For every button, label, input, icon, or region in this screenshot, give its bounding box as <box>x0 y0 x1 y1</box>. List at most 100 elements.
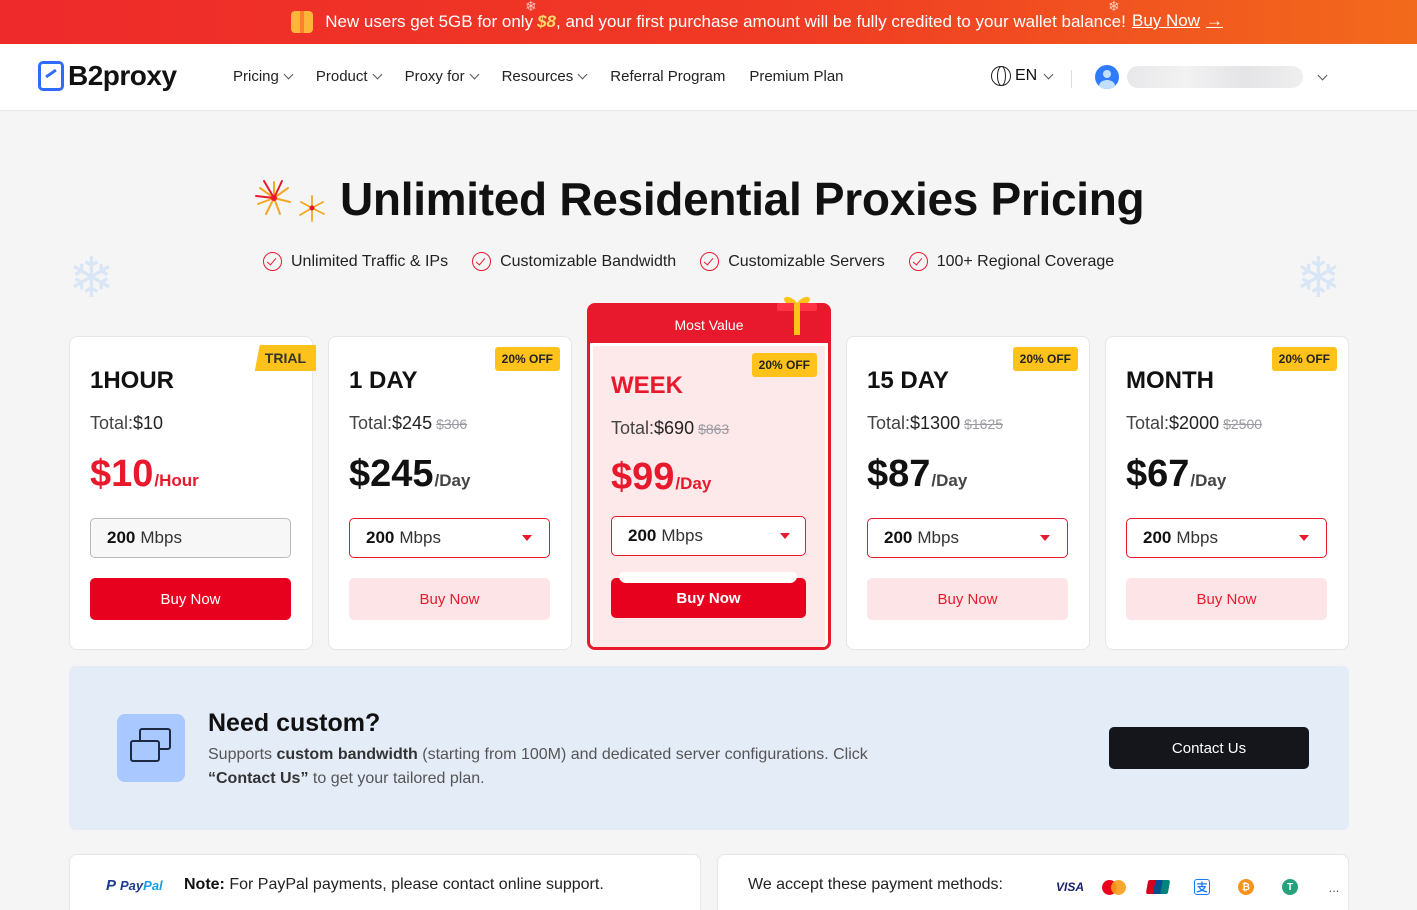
menu-label: Resources <box>501 68 574 85</box>
bandwidth-select[interactable]: 200 Mbps <box>867 518 1068 558</box>
dropdown-caret-icon <box>1040 535 1050 541</box>
original-price: $306 <box>436 416 468 432</box>
feature-label: 100+ Regional Coverage <box>936 252 1115 270</box>
buy-now-button[interactable]: Buy Now <box>611 572 806 618</box>
buy-now-button[interactable]: Buy Now <box>1126 578 1327 620</box>
discount-badge: 20% OFF <box>494 347 560 371</box>
total-label: Total: <box>90 413 134 433</box>
discount-badge: 20% OFF <box>1012 347 1078 371</box>
menu-item-product[interactable]: Product <box>315 68 383 85</box>
check-circle-icon <box>700 252 720 271</box>
feature-item: Customizable Servers <box>700 252 885 271</box>
price-value: $87 <box>867 453 931 495</box>
visa-label: VISA <box>1055 880 1084 894</box>
feature-list: Unlimited Traffic & IPs Customizable Ban… <box>263 252 1138 271</box>
paypal-logo-text: Pal <box>143 878 163 893</box>
menu-item-resources[interactable]: Resources <box>501 68 588 85</box>
promo-banner: ❄ ❄ New users get 5GB for only $8 , and … <box>0 0 1417 44</box>
check-circle-icon <box>908 252 928 271</box>
menu-item-premium-plan[interactable]: Premium Plan <box>749 68 843 85</box>
plan-total: Total:$245 $306 <box>349 413 467 434</box>
price-unit: /Day <box>675 474 712 493</box>
custom-plan-section: Need custom? Supports custom bandwidth (… <box>69 666 1349 830</box>
desc-bold: “Contact Us” <box>208 770 309 787</box>
discount-badge: 20% OFF <box>751 353 817 377</box>
alipay-icon: 支 <box>1180 877 1224 897</box>
bandwidth-unit: Mbps <box>140 528 182 547</box>
desc-bold: custom bandwidth <box>276 746 418 763</box>
plan-card-15day: 20% OFF 15 DAY Total:$1300 $1625 $87/Day … <box>846 336 1090 650</box>
bandwidth-select[interactable]: 200 Mbps <box>349 518 550 558</box>
menu-item-referral-program[interactable]: Referral Program <box>610 68 725 85</box>
bandwidth-unit: Mbps <box>917 528 959 547</box>
plan-name: 1HOUR <box>90 367 175 394</box>
plan-total: Total:$690 $863 <box>611 418 729 439</box>
contact-us-button[interactable]: Contact Us <box>1109 727 1309 769</box>
chevron-down-icon <box>469 69 480 80</box>
total-value: $690 <box>654 418 695 438</box>
menu-item-pricing[interactable]: Pricing <box>233 68 294 85</box>
language-selector[interactable]: EN <box>991 66 1054 86</box>
buy-now-label: Buy Now <box>676 589 741 607</box>
buy-now-button[interactable]: Buy Now <box>867 578 1068 620</box>
menu-item-proxy-for[interactable]: Proxy for <box>405 68 480 85</box>
paypal-icon: P <box>106 877 117 894</box>
unionpay-icon <box>1136 877 1180 897</box>
plan-name: 15 DAY <box>867 367 949 394</box>
original-price: $863 <box>698 421 730 437</box>
total-value: $10 <box>133 413 164 433</box>
mastercard-icon <box>1092 877 1136 897</box>
bandwidth-select[interactable]: 200 Mbps <box>1126 518 1327 558</box>
bandwidth-value: 200 <box>884 528 913 547</box>
total-label: Total: <box>349 413 393 433</box>
plan-card-1day: 20% OFF 1 DAY Total:$245 $306 $245/Day 20… <box>328 336 572 650</box>
paypal-note-box: P Pay Pal Note: For PayPal payments, pleas… <box>69 854 701 910</box>
user-menu[interactable] <box>1095 65 1328 89</box>
paypal-note: Note: For PayPal payments, please contac… <box>184 876 604 894</box>
dropdown-caret-icon <box>522 535 532 541</box>
desc-text: (starting from 100M) and dedicated serve… <box>417 746 868 763</box>
buy-now-button[interactable]: Buy Now <box>90 578 291 620</box>
snowflake-icon: ❄ <box>68 246 115 309</box>
payment-methods-list: VISA 支 ₿ T ... <box>1048 877 1356 897</box>
chevron-down-icon <box>577 69 588 80</box>
check-circle-icon <box>472 252 492 271</box>
bandwidth-field[interactable]: 200 Mbps <box>90 518 291 558</box>
plan-total: Total:$2000 $2500 <box>1126 413 1262 434</box>
price-unit: /Day <box>434 471 471 490</box>
note-text: For PayPal payments, please contact onli… <box>224 876 604 893</box>
buy-now-button[interactable]: Buy Now <box>349 578 550 620</box>
snowflake-icon: ❄ <box>1295 246 1342 309</box>
banner-buy-now-link[interactable]: Buy Now → <box>1132 11 1223 31</box>
feature-item: Customizable Bandwidth <box>472 252 676 271</box>
plan-card-month: 20% OFF MONTH Total:$2000 $2500 $67/Day 2… <box>1105 336 1349 650</box>
desc-text: to get your tailored plan. <box>308 770 485 787</box>
discount-badge: 20% OFF <box>1271 347 1337 371</box>
top-navigation: B2proxy Pricing Product Proxy for Resour… <box>0 44 1417 111</box>
plan-name: MONTH <box>1126 367 1214 394</box>
total-value: $2000 <box>1169 413 1220 433</box>
logo[interactable]: B2proxy <box>38 60 177 92</box>
plan-card-week: Most Value 20% OFF WEEK Total:$690 $863 $… <box>587 303 831 650</box>
bandwidth-value: 200 <box>366 528 395 547</box>
snowflake-icon: ❄ <box>525 0 537 14</box>
menu-label: Referral Program <box>610 68 726 85</box>
username-redacted <box>1127 66 1303 88</box>
feature-label: Customizable Servers <box>728 252 885 270</box>
bitcoin-icon: ₿ <box>1224 877 1268 897</box>
dropdown-caret-icon <box>780 533 790 539</box>
arrow-right-icon: → <box>1206 11 1224 30</box>
desc-text: Supports <box>208 746 277 763</box>
logo-text: B2proxy <box>68 60 177 91</box>
total-label: Total: <box>867 413 911 433</box>
plan-name: 1 DAY <box>349 367 418 394</box>
feature-item: 100+ Regional Coverage <box>908 252 1115 271</box>
price-unit: /Day <box>1190 471 1227 490</box>
gift-icon <box>777 296 817 335</box>
menu-label: Pricing <box>233 68 279 85</box>
bandwidth-select[interactable]: 200 Mbps <box>611 516 806 556</box>
menu-label: Product <box>315 68 368 85</box>
banner-buy-now-label: Buy Now <box>1132 11 1201 30</box>
total-value: $1300 <box>910 413 961 433</box>
price-unit: /Hour <box>154 471 199 490</box>
